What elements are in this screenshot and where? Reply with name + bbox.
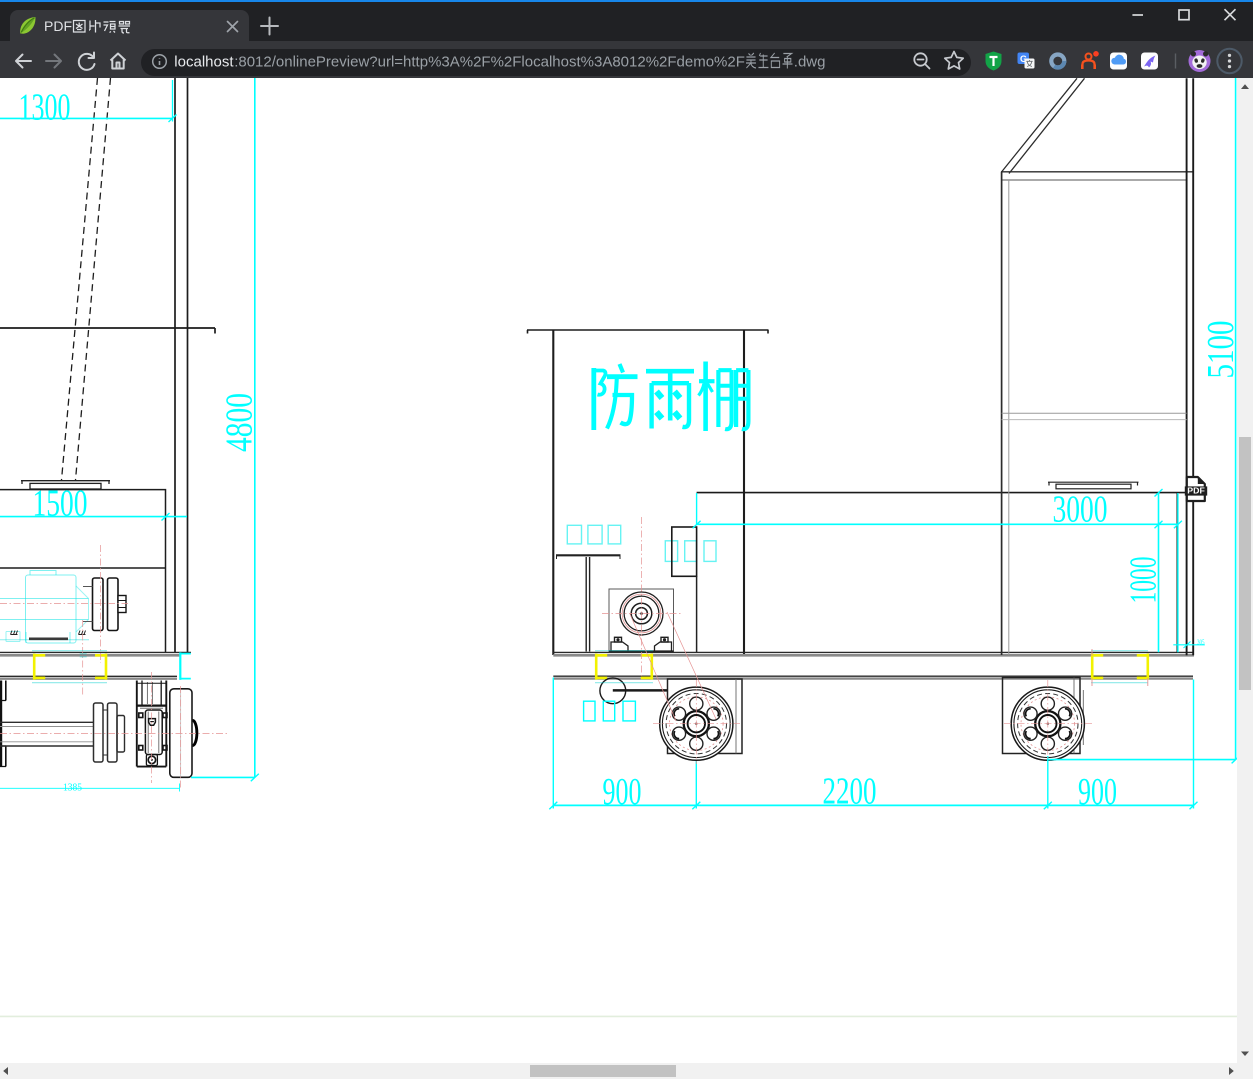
svg-text:2200: 2200: [823, 770, 877, 812]
svg-text:3000: 3000: [1053, 489, 1108, 531]
svg-text:305: 305: [1197, 638, 1205, 646]
svg-text:PDF: PDF: [44, 18, 72, 34]
svg-text:1500: 1500: [33, 483, 88, 525]
svg-text:5100: 5100: [1200, 321, 1237, 379]
svg-text:1300: 1300: [19, 87, 71, 129]
svg-text:1385: 1385: [63, 782, 82, 794]
svg-text:.dwg: .dwg: [794, 54, 826, 71]
svg-text:900: 900: [603, 771, 642, 813]
svg-text:localhost: localhost: [174, 54, 234, 71]
svg-text:4800: 4800: [219, 393, 261, 452]
svg-text::8012/onlinePreview?url=http%3: :8012/onlinePreview?url=http%3A%2F%2Floc…: [234, 54, 745, 71]
svg-text:PDF: PDF: [1187, 487, 1205, 496]
svg-text:900: 900: [1078, 771, 1117, 813]
svg-text:1000: 1000: [1123, 557, 1165, 604]
